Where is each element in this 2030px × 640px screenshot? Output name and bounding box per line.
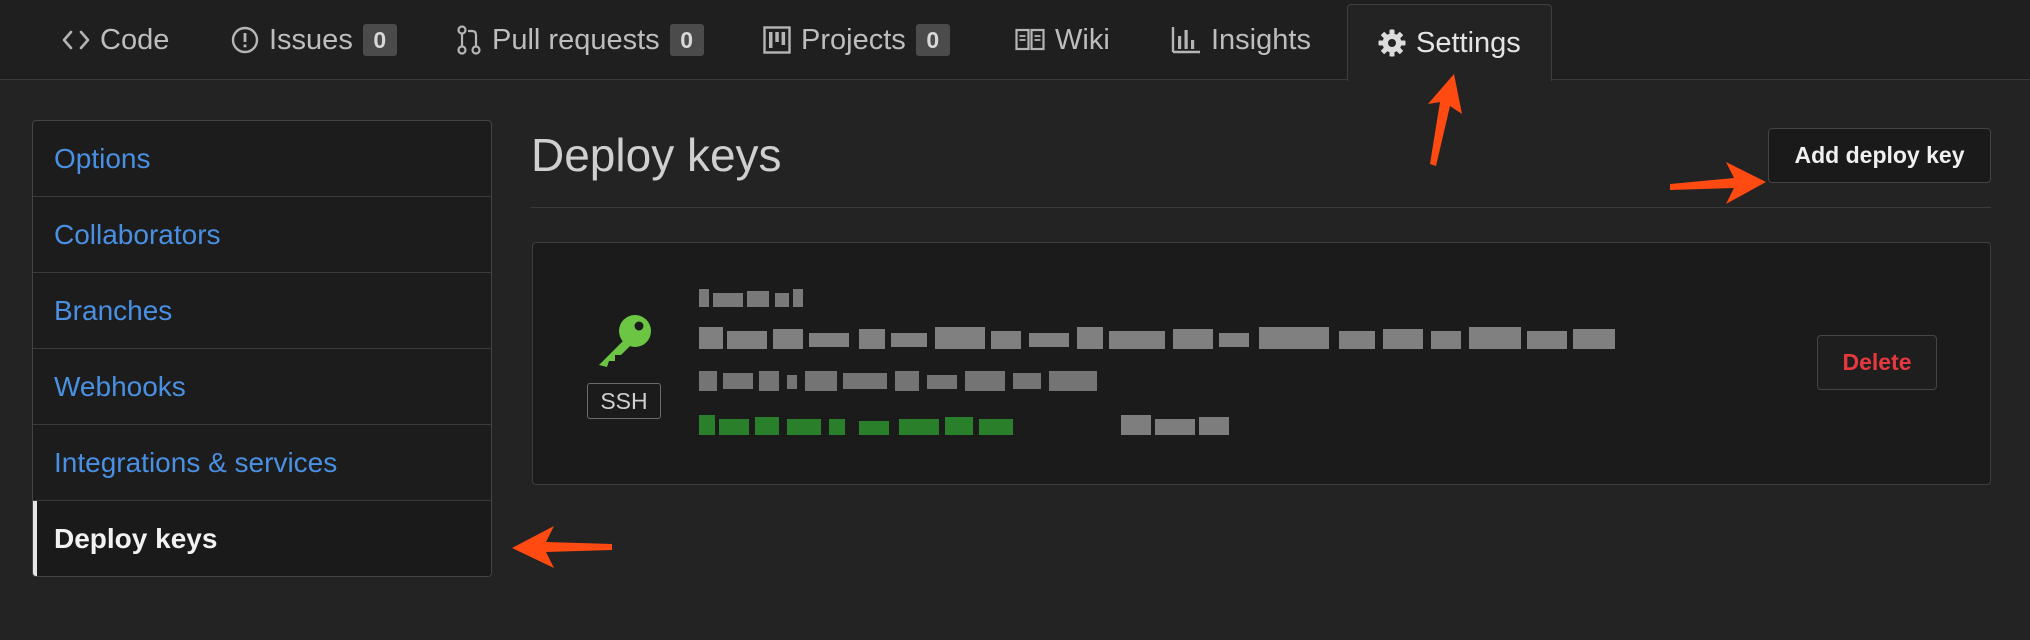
tab-settings[interactable]: Settings xyxy=(1347,4,1552,81)
tab-insights[interactable]: Insights xyxy=(1171,0,1311,80)
sidebar-item-label: Integrations & services xyxy=(54,446,338,478)
tab-label: Issues xyxy=(269,23,353,56)
tab-label: Insights xyxy=(1211,23,1311,56)
sidebar-item-label: Collaborators xyxy=(54,218,221,250)
page-title: Deploy keys xyxy=(531,129,782,181)
tab-wiki[interactable]: Wiki xyxy=(1015,0,1110,80)
projects-count-badge: 0 xyxy=(915,24,950,56)
tab-label: Settings xyxy=(1416,26,1521,59)
pull-requests-count-badge: 0 xyxy=(669,24,704,56)
pull-request-icon xyxy=(456,25,482,55)
sidebar-item-webhooks[interactable]: Webhooks xyxy=(33,349,491,425)
sidebar-item-label: Webhooks xyxy=(54,370,186,402)
project-icon xyxy=(763,26,791,54)
issue-icon xyxy=(231,26,259,54)
delete-key-button[interactable]: Delete xyxy=(1817,335,1937,390)
annotation-arrow-deploy-keys xyxy=(512,526,612,568)
sidebar-item-options[interactable]: Options xyxy=(33,121,491,197)
ssh-badge: SSH xyxy=(587,383,661,419)
sidebar-item-label: Options xyxy=(54,142,151,174)
tab-label: Wiki xyxy=(1055,23,1110,56)
add-deploy-key-button[interactable]: Add deploy key xyxy=(1768,128,1991,183)
tab-code[interactable]: Code xyxy=(62,0,169,80)
sidebar-item-deploy-keys[interactable]: Deploy keys xyxy=(33,501,491,576)
sidebar-item-integrations[interactable]: Integrations & services xyxy=(33,425,491,501)
redaction-mosaic xyxy=(699,289,1615,435)
annotation-arrow-settings xyxy=(1428,74,1462,166)
code-icon xyxy=(62,28,90,52)
sidebar-item-branches[interactable]: Branches xyxy=(33,273,491,349)
deploy-key-item: SSH Delete xyxy=(532,242,1991,485)
tab-label: Projects xyxy=(801,23,906,56)
issues-count-badge: 0 xyxy=(362,24,397,56)
tab-label: Code xyxy=(100,23,170,56)
sidebar-item-label: Deploy keys xyxy=(54,523,218,554)
repo-nav-tabs: Code Issues 0 Pull requests 0 Projects 0… xyxy=(0,0,2030,81)
divider xyxy=(531,207,1991,208)
book-icon xyxy=(1015,28,1045,52)
graph-icon xyxy=(1171,26,1201,54)
sidebar-item-label: Branches xyxy=(54,294,173,326)
sidebar-item-collaborators[interactable]: Collaborators xyxy=(33,197,491,273)
tab-projects[interactable]: Projects 0 xyxy=(763,0,950,80)
annotation-arrow-add-key xyxy=(1670,162,1766,204)
tab-issues[interactable]: Issues 0 xyxy=(231,0,397,80)
key-icon xyxy=(593,313,655,374)
tab-label: Pull requests xyxy=(492,23,660,56)
tab-pull-requests[interactable]: Pull requests 0 xyxy=(456,0,704,80)
settings-sidebar: Options Collaborators Branches Webhooks … xyxy=(32,120,492,577)
gear-icon xyxy=(1378,29,1406,57)
